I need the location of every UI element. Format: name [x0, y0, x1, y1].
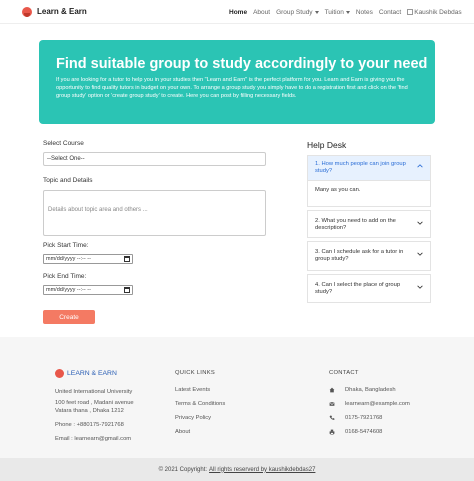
footer-brand[interactable]: LEARN & EARN [55, 369, 134, 378]
address-line: 100 feet road , Madani avenue [55, 400, 134, 406]
envelope-icon [329, 401, 335, 406]
start-time-value: mm/dd/yyyy --:-- -- [46, 256, 91, 262]
nav-user[interactable]: Kaushik Debdas [407, 8, 462, 16]
footer: LEARN & EARN United International Univer… [0, 337, 474, 458]
quick-links-title: QUICK LINKS [175, 370, 216, 376]
chevron-down-icon [417, 221, 423, 225]
nav-home[interactable]: Home [229, 9, 247, 16]
contact-title: CONTACT [329, 370, 359, 376]
footer-link[interactable]: Terms & Conditions [175, 400, 225, 408]
footer-about: LEARN & EARN United International Univer… [55, 369, 134, 443]
nav-links: Home About Group Study Tuition Notes Con… [229, 0, 468, 24]
topic-label: Topic and Details [43, 177, 93, 184]
footer-link[interactable]: Privacy Policy [175, 414, 225, 422]
contact-phone: 0175-7921768 [345, 415, 383, 421]
accordion-header[interactable]: 1. How much people can join group study? [308, 156, 430, 180]
user-name: Kaushik Debdas [414, 8, 462, 16]
contact-fax: 0168-5474608 [345, 429, 383, 435]
nav-group-study-label: Group Study [276, 8, 313, 16]
calendar-icon[interactable] [124, 287, 130, 293]
brand-name: Learn & Earn [37, 7, 87, 16]
start-time-input[interactable]: mm/dd/yyyy --:-- -- [43, 254, 133, 264]
course-label: Select Course [43, 140, 84, 147]
accordion-question: 1. How much people can join group study? [315, 161, 406, 174]
accordion-header[interactable]: 4. Can I select the place of group study… [308, 275, 430, 301]
address-line: United International University [55, 389, 133, 395]
end-time-label: Pick End Time: [43, 273, 87, 280]
chevron-down-icon [417, 252, 423, 256]
phone-icon [329, 415, 335, 420]
contact-row: learnearn@example.com [329, 400, 410, 408]
contact-row: 0168-5474608 [329, 428, 410, 436]
copyright-text: © 2021 Copyright: [158, 466, 208, 473]
create-button[interactable]: Create [43, 310, 95, 324]
chevron-down-icon [417, 285, 423, 289]
contact-row: 0175-7921768 [329, 414, 410, 422]
hero-description: If you are looking for a tutor to help y… [56, 77, 408, 99]
accordion-answer: Many as you can. [308, 180, 430, 206]
hero-banner: Find suitable group to study accordingly… [39, 40, 435, 124]
brand-logo-icon [55, 369, 64, 378]
accordion-question: 2. What you need to add on the descripti… [315, 218, 396, 231]
footer-quick-links: QUICK LINKS Latest Events Terms & Condit… [175, 369, 225, 442]
copyright-bar: © 2021 Copyright: All rights reserverd b… [0, 458, 474, 481]
calendar-icon[interactable] [124, 256, 130, 262]
accordion-question: 4. Can I select the place of group study… [315, 282, 401, 295]
footer-link[interactable]: Latest Events [175, 386, 225, 394]
contact-row: Dhaka, Bangladesh [329, 386, 410, 394]
accordion-item: 2. What you need to add on the descripti… [307, 210, 431, 238]
footer-phone: Phone : +880175-7921768 [55, 422, 124, 428]
nav-about[interactable]: About [253, 9, 270, 16]
footer-link[interactable]: About [175, 428, 225, 436]
home-icon [329, 387, 335, 393]
nav-tuition-label: Tuition [324, 8, 344, 16]
accordion-question: 3. Can I schedule ask for a tutor in gro… [315, 249, 404, 262]
contact-address: Dhaka, Bangladesh [345, 387, 396, 393]
start-time-label: Pick Start Time: [43, 242, 89, 249]
nav-tuition[interactable]: Tuition [325, 9, 350, 16]
footer-brand-name: LEARN & EARN [67, 369, 117, 377]
printer-icon [329, 429, 335, 435]
end-time-value: mm/dd/yyyy --:-- -- [46, 287, 91, 293]
brand-logo-icon [22, 6, 32, 17]
contact-email[interactable]: learnearn@example.com [345, 400, 410, 408]
nav-group-study[interactable]: Group Study [276, 9, 319, 16]
chevron-down-icon [314, 10, 319, 14]
brand[interactable]: Learn & Earn [22, 6, 87, 17]
chevron-up-icon [417, 164, 423, 168]
accordion-item: 1. How much people can join group study?… [307, 155, 431, 207]
accordion-header[interactable]: 2. What you need to add on the descripti… [308, 211, 430, 237]
topic-textarea[interactable]: Details about topic area and others ... [43, 190, 266, 236]
broken-image-icon [407, 9, 414, 15]
hero-title: Find suitable group to study accordingly… [56, 56, 428, 72]
address-line: Vatara thana , Dhaka 1212 [55, 408, 124, 414]
chevron-down-icon [345, 10, 350, 14]
copyright-link[interactable]: All rights reserverd by kaushikdebdas27 [209, 467, 315, 473]
navbar: Learn & Earn Home About Group Study Tuit… [0, 0, 474, 24]
nav-notes[interactable]: Notes [356, 9, 373, 16]
end-time-input[interactable]: mm/dd/yyyy --:-- -- [43, 285, 133, 295]
help-desk: Help Desk 1. How much people can join gr… [307, 140, 431, 303]
nav-contact[interactable]: Contact [379, 9, 401, 16]
accordion-header[interactable]: 3. Can I schedule ask for a tutor in gro… [308, 242, 430, 268]
footer-email: Email : learnearn@gmail.com [55, 436, 132, 442]
course-select[interactable]: --Select One-- [43, 152, 266, 166]
help-desk-title: Help Desk [307, 140, 347, 150]
create-group-form: Select Course --Select One-- Topic and D… [43, 140, 267, 324]
accordion-item: 3. Can I schedule ask for a tutor in gro… [307, 241, 431, 271]
footer-contact: CONTACT Dhaka, Bangladesh learnearn@exam… [329, 369, 410, 442]
accordion-item: 4. Can I select the place of group study… [307, 274, 431, 303]
